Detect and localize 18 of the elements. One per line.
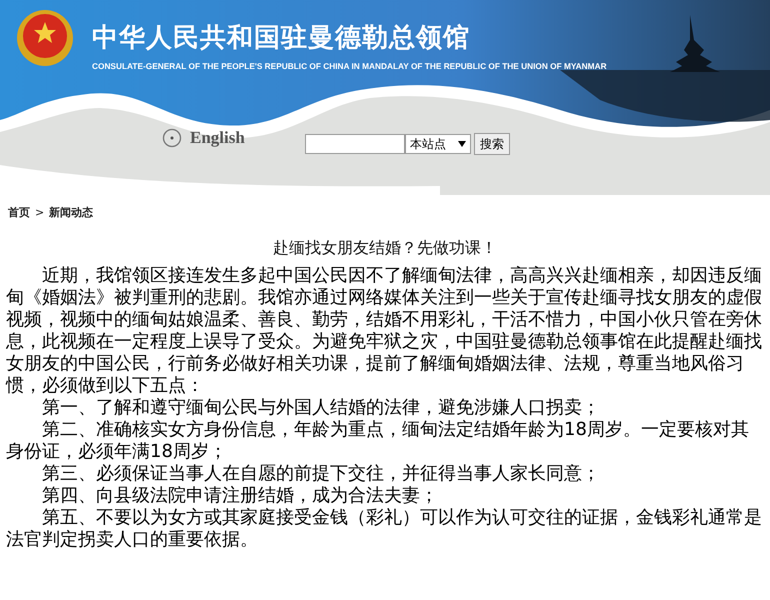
caret-icon <box>458 141 466 147</box>
article-title: 赴缅找女朋友结婚？先做功课！ <box>272 238 498 259</box>
site-subtitle: CONSULATE-GENERAL OF THE PEOPLE'S REPUBLIC OF CHINA IN MANDALAY OF THE REPUBLIC OF THE UNION OF MYANMAR <box>92 61 608 71</box>
breadcrumb-separator: > <box>35 206 44 219</box>
breadcrumb-link[interactable]: 首页 <box>8 205 30 220</box>
circle-dot-icon <box>162 128 182 148</box>
article-paragraph: 第五、不要以为女方或其家庭接受金钱（彩礼）可以作为认可交往的证据，金钱彩礼通常是法官判定拐卖人口的重要依据。 <box>5 507 763 551</box>
article-paragraph: 第二、准确核实女方身份信息，年龄为重点，缅甸法定结婚年龄为18周岁。一定要核对其身份证，必须年满18周岁； <box>5 419 750 463</box>
article-paragraph: 第一、了解和遵守缅甸公民与外国人结婚的法律，避免涉嫌人口拐卖； <box>41 397 601 419</box>
article-paragraph: 第四、向县级法院申请注册结婚，成为合法夫妻； <box>41 485 439 507</box>
search-button[interactable]: 搜索 <box>474 133 510 155</box>
english-link[interactable]: English <box>162 128 245 148</box>
breadcrumb-link[interactable]: 新闻动态 <box>49 205 94 220</box>
scope-dropdown[interactable]: 本站点 <box>404 134 471 154</box>
article-paragraph: 第三、必须保证当事人在自愿的前提下交往，并征得当事人家长同意； <box>41 463 601 485</box>
article-paragraph: 近期，我馆领区接连发生多起中国公民因不了解缅甸法律，高高兴兴赴缅相亲，却因违反缅甸《婚姻法》被判重刑的悲剧。我馆亦通过网络媒体关注到一些关于宣传赴缅寻找女朋友的虚假视频，视频中的缅甸姑娘温柔、善良、勤劳，结婚不用彩礼，干活不惜力，中国小伙只管在旁休息，此视频在一定程度上误导了受众。为避免牢狱之灾，中国驻曼德勒总领事馆在此提醒赴缅找女朋友的中国公民，行前务必做好相关功课，提前了解缅甸婚姻法律、法规，尊重当地风俗习惯，必须做到以下五点： <box>4 265 763 397</box>
search-field[interactable] <box>304 134 405 154</box>
site-title: 中华人民共和国驻曼德勒总领馆 <box>92 22 471 55</box>
